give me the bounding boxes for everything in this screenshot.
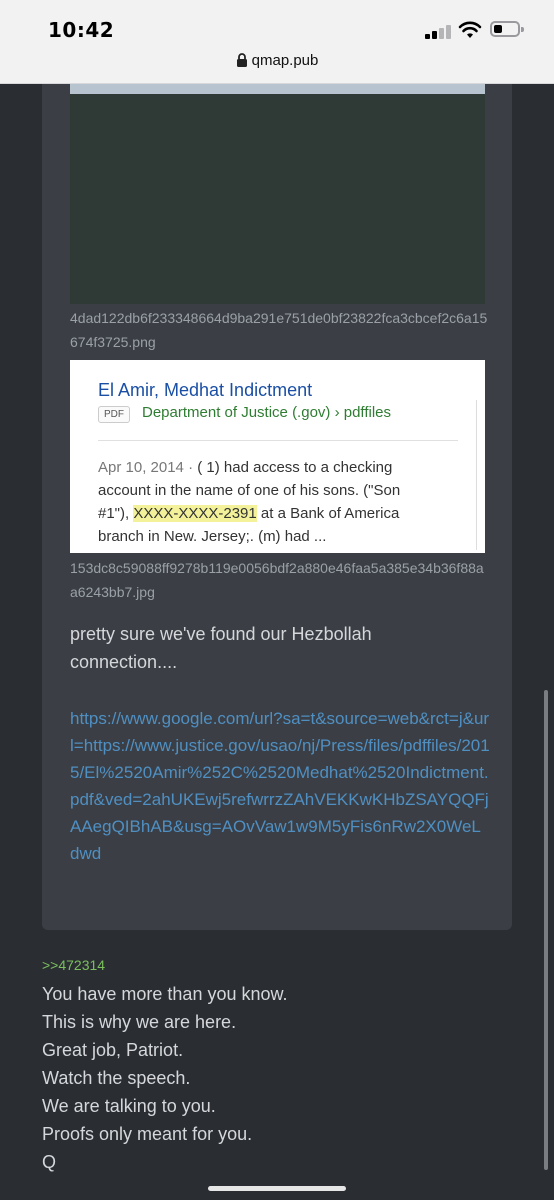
image-2-filename[interactable]: 153dc8c59088ff9278b119e0056bdf2a880e46fa… — [70, 556, 490, 604]
divider-vertical — [476, 400, 477, 550]
reply-line: You have more than you know. — [42, 984, 288, 1004]
search-result-title: El Amir, Medhat Indictment — [98, 380, 313, 400]
battery-icon — [490, 21, 524, 37]
address-bar[interactable]: qmap.pub — [0, 52, 554, 69]
search-result-snippet: Apr 10, 2014 · ( 1) had access to a chec… — [98, 456, 428, 548]
image-1-filename[interactable]: 4dad122db6f233348664d9ba291e751de0bf2382… — [70, 306, 490, 354]
reply-line: Watch the speech. — [42, 1068, 191, 1088]
reply-line: We are talking to you. — [42, 1096, 216, 1116]
quote-reference-link[interactable]: >>472314 — [42, 957, 105, 973]
lock-icon — [236, 53, 247, 67]
scrollbar[interactable] — [544, 690, 548, 1170]
snippet-date: Apr 10, 2014 · — [98, 459, 198, 476]
reply-text: You have more than you know. This is why… — [42, 980, 288, 1176]
pdf-badge: PDF — [98, 406, 130, 423]
post-image-1[interactable] — [70, 94, 485, 304]
search-result-source: Department of Justice (.gov) › pdffiles — [142, 404, 391, 421]
reply-signature: Q — [42, 1152, 57, 1172]
signal-icon — [425, 23, 453, 39]
snippet-highlight: XXXX-XXXX-2391 — [133, 505, 257, 522]
url-text: qmap.pub — [251, 52, 319, 69]
post-image-2[interactable]: El Amir, Medhat Indictment PDF Departmen… — [70, 360, 485, 553]
clock: 10:42 — [48, 18, 115, 42]
wifi-icon — [458, 21, 482, 38]
image-edge — [70, 84, 485, 94]
post-link[interactable]: https://www.google.com/url?sa=t&source=w… — [70, 705, 490, 867]
home-indicator[interactable] — [208, 1186, 346, 1191]
status-bar: 10:42 qmap.pub — [0, 0, 554, 84]
reply-line: This is why we are here. — [42, 1012, 237, 1032]
post-comment: pretty sure we've found our Hezbollah co… — [70, 624, 372, 672]
reply-line: Great job, Patriot. — [42, 1040, 184, 1060]
reply-line: Proofs only meant for you. — [42, 1124, 253, 1144]
divider — [98, 440, 458, 441]
